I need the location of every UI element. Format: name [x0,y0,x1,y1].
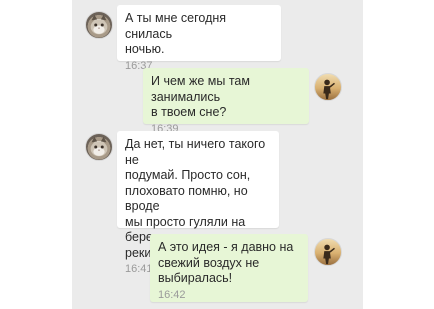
cat-avatar[interactable] [85,133,113,161]
message-text: А это идея - я давно на свежий воздух не… [158,240,294,285]
person-silhouette-icon [323,244,335,265]
message-bubble[interactable]: Да нет, ты ничего такого не подумай. Про… [117,131,279,275]
cat-avatar[interactable] [85,11,113,39]
chat-area: А ты мне сегодня снилась ночью. 16:37 И … [72,0,363,309]
cat-avatar-icon [90,14,108,35]
message-time: 16:42 [158,288,186,301]
cat-avatar-icon [90,136,108,157]
person-silhouette-icon [323,79,335,100]
message-bubble[interactable]: А это идея - я давно на свежий воздух не… [150,234,308,302]
message-bubble[interactable]: И чем же мы там занимались в твоем сне? … [143,68,309,135]
person-silhouette-avatar[interactable] [314,73,342,101]
message-text: И чем же мы там занимались в твоем сне? [151,74,250,119]
message-text: А ты мне сегодня снилась ночью. [125,11,227,56]
message-bubble[interactable]: А ты мне сегодня снилась ночью. 16:37 [117,5,281,72]
person-silhouette-avatar[interactable] [314,238,342,266]
